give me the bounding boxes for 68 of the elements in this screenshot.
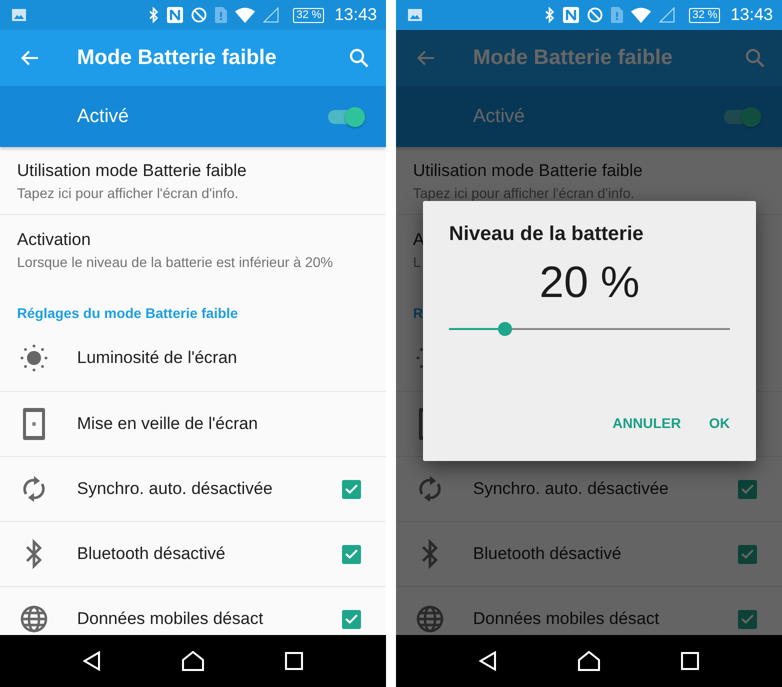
sim-card-icon xyxy=(215,7,228,23)
phone-icon xyxy=(23,408,45,440)
setting-summary: Lorsque le niveau de la batterie est inférieur à 20% xyxy=(17,254,333,270)
wifi-icon xyxy=(631,7,652,23)
clock: 13:43 xyxy=(334,5,377,25)
nfc-icon xyxy=(563,7,580,23)
setting-title[interactable]: Activation xyxy=(17,230,91,250)
setting-summary: Tapez ici pour afficher l'écran d'info. xyxy=(17,184,238,200)
section-header: R xyxy=(413,305,424,321)
back-arrow-icon[interactable] xyxy=(417,50,435,66)
checkbox[interactable] xyxy=(342,544,361,564)
home-icon[interactable] xyxy=(182,651,204,671)
search-icon[interactable] xyxy=(745,48,765,68)
sim-card-icon xyxy=(611,7,624,23)
switch-label: Activé xyxy=(473,106,526,128)
setting-title[interactable]: Utilisation mode Batterie faible xyxy=(17,160,247,180)
checkmark-icon xyxy=(741,549,754,559)
setting-title[interactable]: Données mobiles désact xyxy=(77,609,342,629)
signal-icon xyxy=(659,7,676,23)
globe-icon xyxy=(20,605,48,633)
screen-title: Mode Batterie faible xyxy=(473,46,674,70)
checkmark-icon xyxy=(345,614,358,624)
battery-percentage: 32 % xyxy=(689,8,720,22)
do-not-disturb-icon xyxy=(587,7,604,23)
toggle-switch[interactable] xyxy=(328,110,362,124)
setting-title[interactable]: Synchro. auto. désactivée xyxy=(77,479,342,499)
screen-title: Mode Batterie faible xyxy=(77,46,278,70)
clock: 13:43 xyxy=(730,5,773,25)
bluetooth-icon xyxy=(421,539,439,569)
bluetooth-icon xyxy=(149,7,160,23)
signal-icon xyxy=(263,7,280,23)
recents-icon[interactable] xyxy=(285,652,304,670)
bluetooth-icon xyxy=(25,539,43,569)
bluetooth-icon xyxy=(545,7,556,23)
switch-label: Activé xyxy=(77,106,130,128)
checkmark-icon xyxy=(345,549,358,559)
home-icon[interactable] xyxy=(578,651,600,671)
checkbox[interactable] xyxy=(342,610,361,628)
image-icon xyxy=(12,9,26,21)
recents-icon[interactable] xyxy=(681,652,700,670)
section-header: Réglages du mode Batterie faible xyxy=(17,305,238,321)
do-not-disturb-icon xyxy=(191,7,208,23)
back-icon[interactable] xyxy=(478,651,497,671)
wifi-icon xyxy=(235,7,256,23)
sun-icon xyxy=(20,344,48,372)
setting-title[interactable]: Luminosité de l'écran xyxy=(77,348,386,368)
setting-title[interactable]: Mise en veille de l'écran xyxy=(77,414,386,434)
level-value: 20 % xyxy=(539,258,640,308)
checkbox[interactable] xyxy=(738,544,757,564)
battery-percentage: 32 % xyxy=(293,8,324,22)
level-slider[interactable] xyxy=(449,322,730,336)
sync-icon xyxy=(22,475,46,503)
checkmark-icon xyxy=(741,614,754,624)
checkbox[interactable] xyxy=(738,610,757,628)
sync-icon xyxy=(418,475,442,503)
globe-icon xyxy=(416,605,444,633)
checkmark-icon xyxy=(345,484,358,494)
image-icon xyxy=(408,9,422,21)
checkbox[interactable] xyxy=(342,480,361,498)
checkmark-icon xyxy=(741,484,754,494)
nfc-icon xyxy=(167,7,184,23)
dialog-title: Niveau de la batterie xyxy=(449,223,644,246)
back-icon[interactable] xyxy=(82,651,101,671)
search-icon[interactable] xyxy=(349,48,369,68)
setting-title[interactable]: Bluetooth désactivé xyxy=(77,544,342,564)
back-arrow-icon[interactable] xyxy=(21,50,39,66)
toggle-switch[interactable] xyxy=(724,110,758,124)
checkbox[interactable] xyxy=(738,480,757,498)
